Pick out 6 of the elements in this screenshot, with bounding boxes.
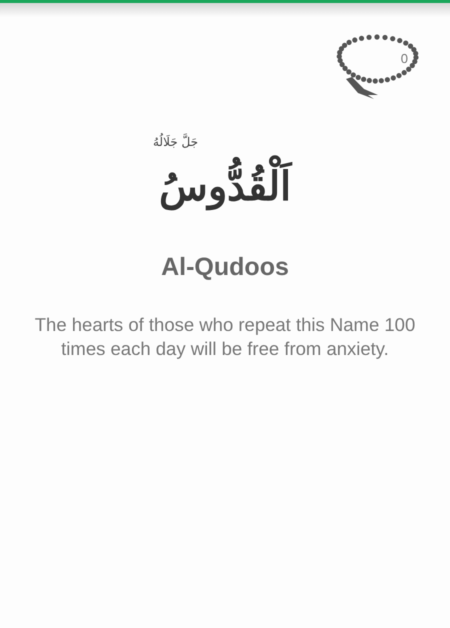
arabic-honorific: جَلَّ جَلَالُهُ xyxy=(153,133,198,151)
name-title: Al-Qudoos xyxy=(160,252,290,283)
prayer-beads-counter[interactable]: 0 xyxy=(334,29,422,105)
description: The hearts of those who repeat this Name 100 times each day will be free from anxiety. xyxy=(34,312,416,360)
counter-value: 0 xyxy=(400,50,408,68)
arabic-name: اَلْقُدُّوسُ xyxy=(159,151,291,223)
